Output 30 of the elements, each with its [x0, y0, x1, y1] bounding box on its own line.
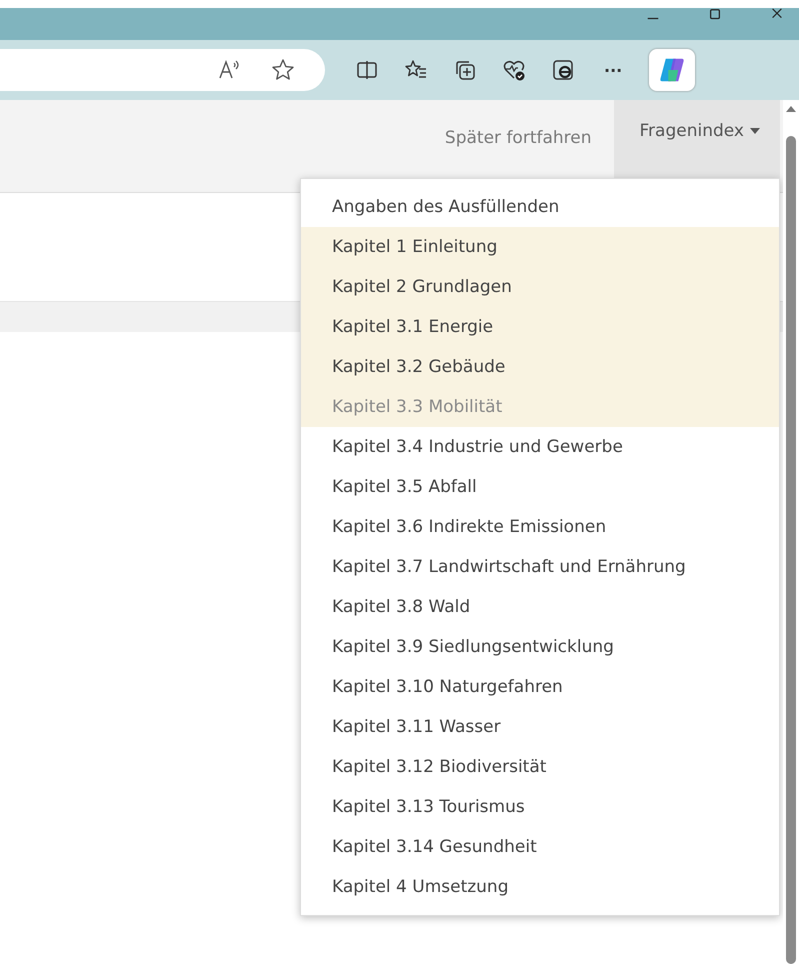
menu-item[interactable]: Kapitel 3.12 Biodiversität [301, 747, 779, 787]
heart-pulse-icon[interactable] [502, 58, 526, 82]
later-link[interactable]: Später fortfahren [444, 128, 592, 148]
maximize-icon[interactable] [707, 8, 723, 22]
scrollbar[interactable] [783, 100, 799, 964]
menu-item[interactable]: Kapitel 1 Einleitung [301, 227, 779, 267]
menu-item[interactable]: Kapitel 3.8 Wald [301, 587, 779, 627]
caret-icon [750, 128, 760, 134]
menu-item[interactable]: Kapitel 3.4 Industrie und Gewerbe [301, 427, 779, 467]
menu-item[interactable]: Angaben des Ausfüllenden [301, 187, 779, 227]
scroll-up-icon[interactable] [786, 106, 796, 112]
menu-item[interactable]: Kapitel 3.7 Landwirtschaft und Ernährung [301, 547, 779, 587]
menu-item[interactable]: Kapitel 3.6 Indirekte Emissionen [301, 507, 779, 547]
split-screen-icon[interactable] [355, 58, 379, 82]
menu-item[interactable]: Kapitel 4 Umsetzung [301, 867, 779, 907]
menu-item[interactable]: Kapitel 3.9 Siedlungsentwicklung [301, 627, 779, 667]
menu-item[interactable]: Kapitel 3.10 Naturgefahren [301, 667, 779, 707]
star-icon[interactable] [271, 58, 295, 82]
index-dropdown-button[interactable]: Fragenindex [614, 100, 780, 178]
menu-item[interactable]: Kapitel 3.5 Abfall [301, 467, 779, 507]
scrollbar-thumb[interactable] [786, 136, 796, 964]
menu-item[interactable]: Kapitel 3.14 Gesundheit [301, 827, 779, 867]
menu-item[interactable]: Kapitel 3.11 Wasser [301, 707, 779, 747]
menu-item[interactable]: Kapitel 3.13 Tourismus [301, 787, 779, 827]
ie-mode-icon[interactable] [551, 58, 575, 82]
menu-item[interactable]: Kapitel 2 Grundlagen [301, 267, 779, 307]
copilot-button[interactable] [649, 49, 696, 91]
more-button[interactable]: ··· [600, 60, 626, 80]
menu-item[interactable]: Kapitel 3.2 Gebäude [301, 347, 779, 387]
menu-item[interactable]: Kapitel 3.1 Energie [301, 307, 779, 347]
